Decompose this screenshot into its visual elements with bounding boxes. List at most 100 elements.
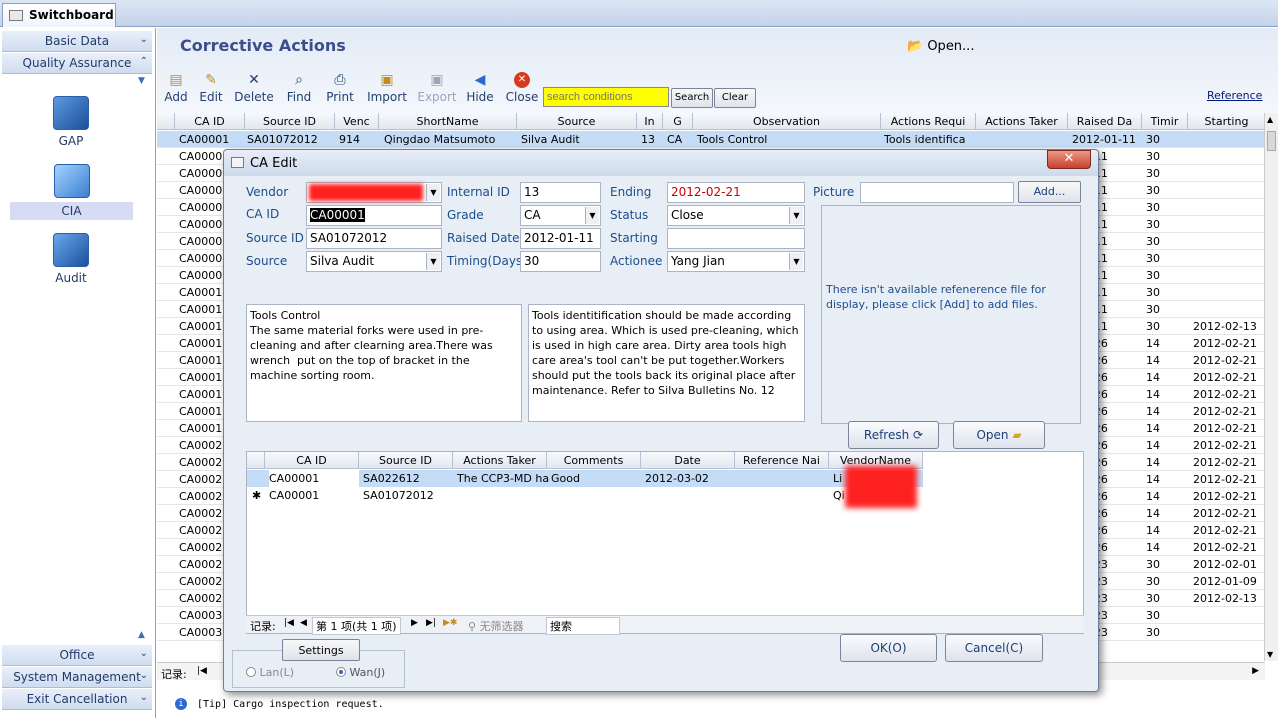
source-id-field[interactable]: SA01072012 (306, 228, 442, 249)
column-header[interactable]: Reference Nai (735, 452, 829, 469)
table-cell: 2012-02-21 (1193, 541, 1257, 554)
actions-required-memo[interactable]: Tools identitification should be made ac… (528, 304, 805, 422)
column-header[interactable]: G (663, 113, 693, 130)
first-record-icon[interactable]: |◀ (284, 618, 294, 628)
column-header[interactable]: CA ID (175, 113, 245, 130)
raised-date-field[interactable]: 2012-01-11 (520, 228, 601, 249)
column-header[interactable]: Actions Taker (453, 452, 547, 469)
sidebar-item-audit[interactable]: Audit (28, 233, 114, 285)
record-search-input[interactable]: 搜索 (546, 617, 620, 635)
sidebar-item-cia[interactable]: CIA (10, 164, 133, 220)
chevron-down-icon[interactable]: ▼ (585, 207, 599, 224)
export-button[interactable]: ▣ Export (416, 72, 458, 104)
table-cell: 30 (1146, 201, 1160, 214)
reference-link[interactable]: Reference (1207, 89, 1262, 102)
chevron-down-icon[interactable]: ▼ (789, 207, 803, 224)
new-record-nav-icon[interactable]: ▶✱ (443, 618, 457, 628)
tab-switchboard[interactable]: Switchboard (2, 3, 116, 27)
table-cell: 2012-02-21 (1193, 422, 1257, 435)
add-picture-button[interactable]: Add... (1018, 181, 1081, 203)
ending-field[interactable]: 2012-02-21 (667, 182, 805, 203)
column-header[interactable]: Raised Da (1068, 113, 1142, 130)
scroll-down-icon[interactable]: ▼ (1267, 650, 1273, 659)
picture-path-field[interactable] (860, 182, 1014, 203)
clear-button[interactable]: Clear (714, 88, 756, 108)
open-link[interactable]: 📂 Open... (907, 39, 974, 54)
new-record-row[interactable]: ✱ CA00001 SA01072012 Qi (247, 487, 923, 504)
record-position[interactable]: 第 1 项(共 1 项) (312, 617, 401, 635)
no-filter-indicator[interactable]: ⚲ 无筛选器 (468, 618, 524, 634)
wan-radio[interactable]: Wan(J) (336, 666, 385, 679)
close-circle-icon: ✕ (514, 72, 530, 88)
observation-memo[interactable]: Tools Control The same material forks we… (246, 304, 522, 422)
nav-group-exit-cancellation[interactable]: Exit Cancellation ⌄ (2, 689, 152, 710)
hide-button[interactable]: ◀ Hide (466, 72, 494, 104)
column-header[interactable]: Observation (693, 113, 881, 130)
first-record-icon[interactable]: |◀ (197, 666, 207, 676)
column-header[interactable]: Date (641, 452, 735, 469)
scroll-up-icon[interactable]: ▲ (1267, 115, 1273, 124)
ca-id-field[interactable]: CA00001 (306, 205, 442, 226)
internal-id-field[interactable]: 13 (520, 182, 601, 203)
dialog-close-button[interactable]: ✕ (1047, 150, 1091, 169)
column-header[interactable]: Actions Requi (881, 113, 976, 130)
timing-field[interactable]: 30 (520, 251, 601, 272)
open-button[interactable]: Open ▰ (953, 421, 1045, 449)
prev-record-icon[interactable]: ◀ (300, 618, 307, 628)
row-selector-header[interactable] (247, 452, 265, 469)
dialog-titlebar[interactable]: CA Edit (224, 150, 1098, 176)
scroll-thumb[interactable] (1267, 131, 1276, 151)
close-button[interactable]: ✕ Close (505, 72, 539, 104)
import-button[interactable]: ▣ Import (365, 72, 409, 104)
print-button[interactable]: ⎙ Print (325, 72, 355, 104)
edit-button[interactable]: ✎ Edit (197, 72, 225, 104)
column-header[interactable]: Source (517, 113, 637, 130)
scroll-up-arrow-icon[interactable]: ▼ (138, 76, 145, 86)
column-header[interactable]: Source ID (245, 113, 335, 130)
search-button[interactable]: Search (671, 88, 713, 108)
last-record-icon[interactable]: ▶| (426, 618, 436, 628)
sidebar-item-gap[interactable]: GAP (28, 96, 114, 148)
chevron-down-icon[interactable]: ▼ (426, 184, 440, 201)
scroll-right-icon[interactable]: ▶ (1252, 666, 1259, 676)
nav-group-system-management[interactable]: System Management ⌄ (2, 667, 152, 688)
actionee-combo[interactable]: Yang Jian ▼ (667, 251, 805, 272)
table-row[interactable]: CA00001 SA01072012 914 Qingdao Matsumoto… (157, 131, 1266, 148)
ok-button[interactable]: OK(O) (840, 634, 937, 662)
nav-group-office[interactable]: Office ⌄ (2, 645, 152, 666)
cancel-button[interactable]: Cancel(C) (945, 634, 1043, 662)
refresh-button[interactable]: Refresh ⟳ (848, 421, 939, 449)
column-header[interactable]: Comments (547, 452, 641, 469)
starting-field[interactable] (667, 228, 805, 249)
column-header[interactable]: Source ID (359, 452, 453, 469)
status-combo[interactable]: Close ▼ (667, 205, 805, 226)
column-header[interactable]: In (637, 113, 663, 130)
vendor-combo[interactable]: ▼ (306, 182, 442, 203)
scroll-down-arrow-icon[interactable]: ▲ (138, 630, 145, 640)
table-row[interactable]: CA00001 SA022612 The CCP3-MD ha Good 201… (247, 470, 923, 487)
add-button[interactable]: ▤ Add (162, 72, 190, 104)
column-header[interactable]: CA ID (265, 452, 359, 469)
table-cell: CA0001 (179, 354, 223, 367)
table-cell: CA0000 (179, 269, 223, 282)
vertical-scrollbar[interactable]: ▲ ▼ (1264, 113, 1278, 661)
column-header[interactable]: ShortName (379, 113, 517, 130)
table-cell: CA0002 (179, 439, 223, 452)
column-header[interactable]: Venc (335, 113, 379, 130)
lan-radio[interactable]: Lan(L) (246, 666, 294, 679)
delete-button[interactable]: ✕ Delete (234, 72, 274, 104)
grade-combo[interactable]: CA ▼ (520, 205, 601, 226)
find-button[interactable]: ⌕ Find (285, 72, 313, 104)
nav-group-basic-data[interactable]: Basic Data ⌄ (2, 31, 152, 52)
column-header[interactable]: Actions Taker (976, 113, 1068, 130)
row-selector-header[interactable] (157, 113, 175, 130)
source-combo[interactable]: Silva Audit ▼ (306, 251, 442, 272)
column-header[interactable]: Starting (1188, 113, 1266, 130)
chevron-down-icon[interactable]: ▼ (426, 253, 440, 270)
next-record-icon[interactable]: ▶ (411, 618, 418, 628)
column-header[interactable]: Timir (1142, 113, 1188, 130)
nav-group-quality-assurance[interactable]: Quality Assurance ⌃ (2, 53, 152, 74)
search-input[interactable] (543, 87, 669, 107)
chevron-down-icon[interactable]: ▼ (789, 253, 803, 270)
settings-button[interactable]: Settings (282, 639, 360, 661)
